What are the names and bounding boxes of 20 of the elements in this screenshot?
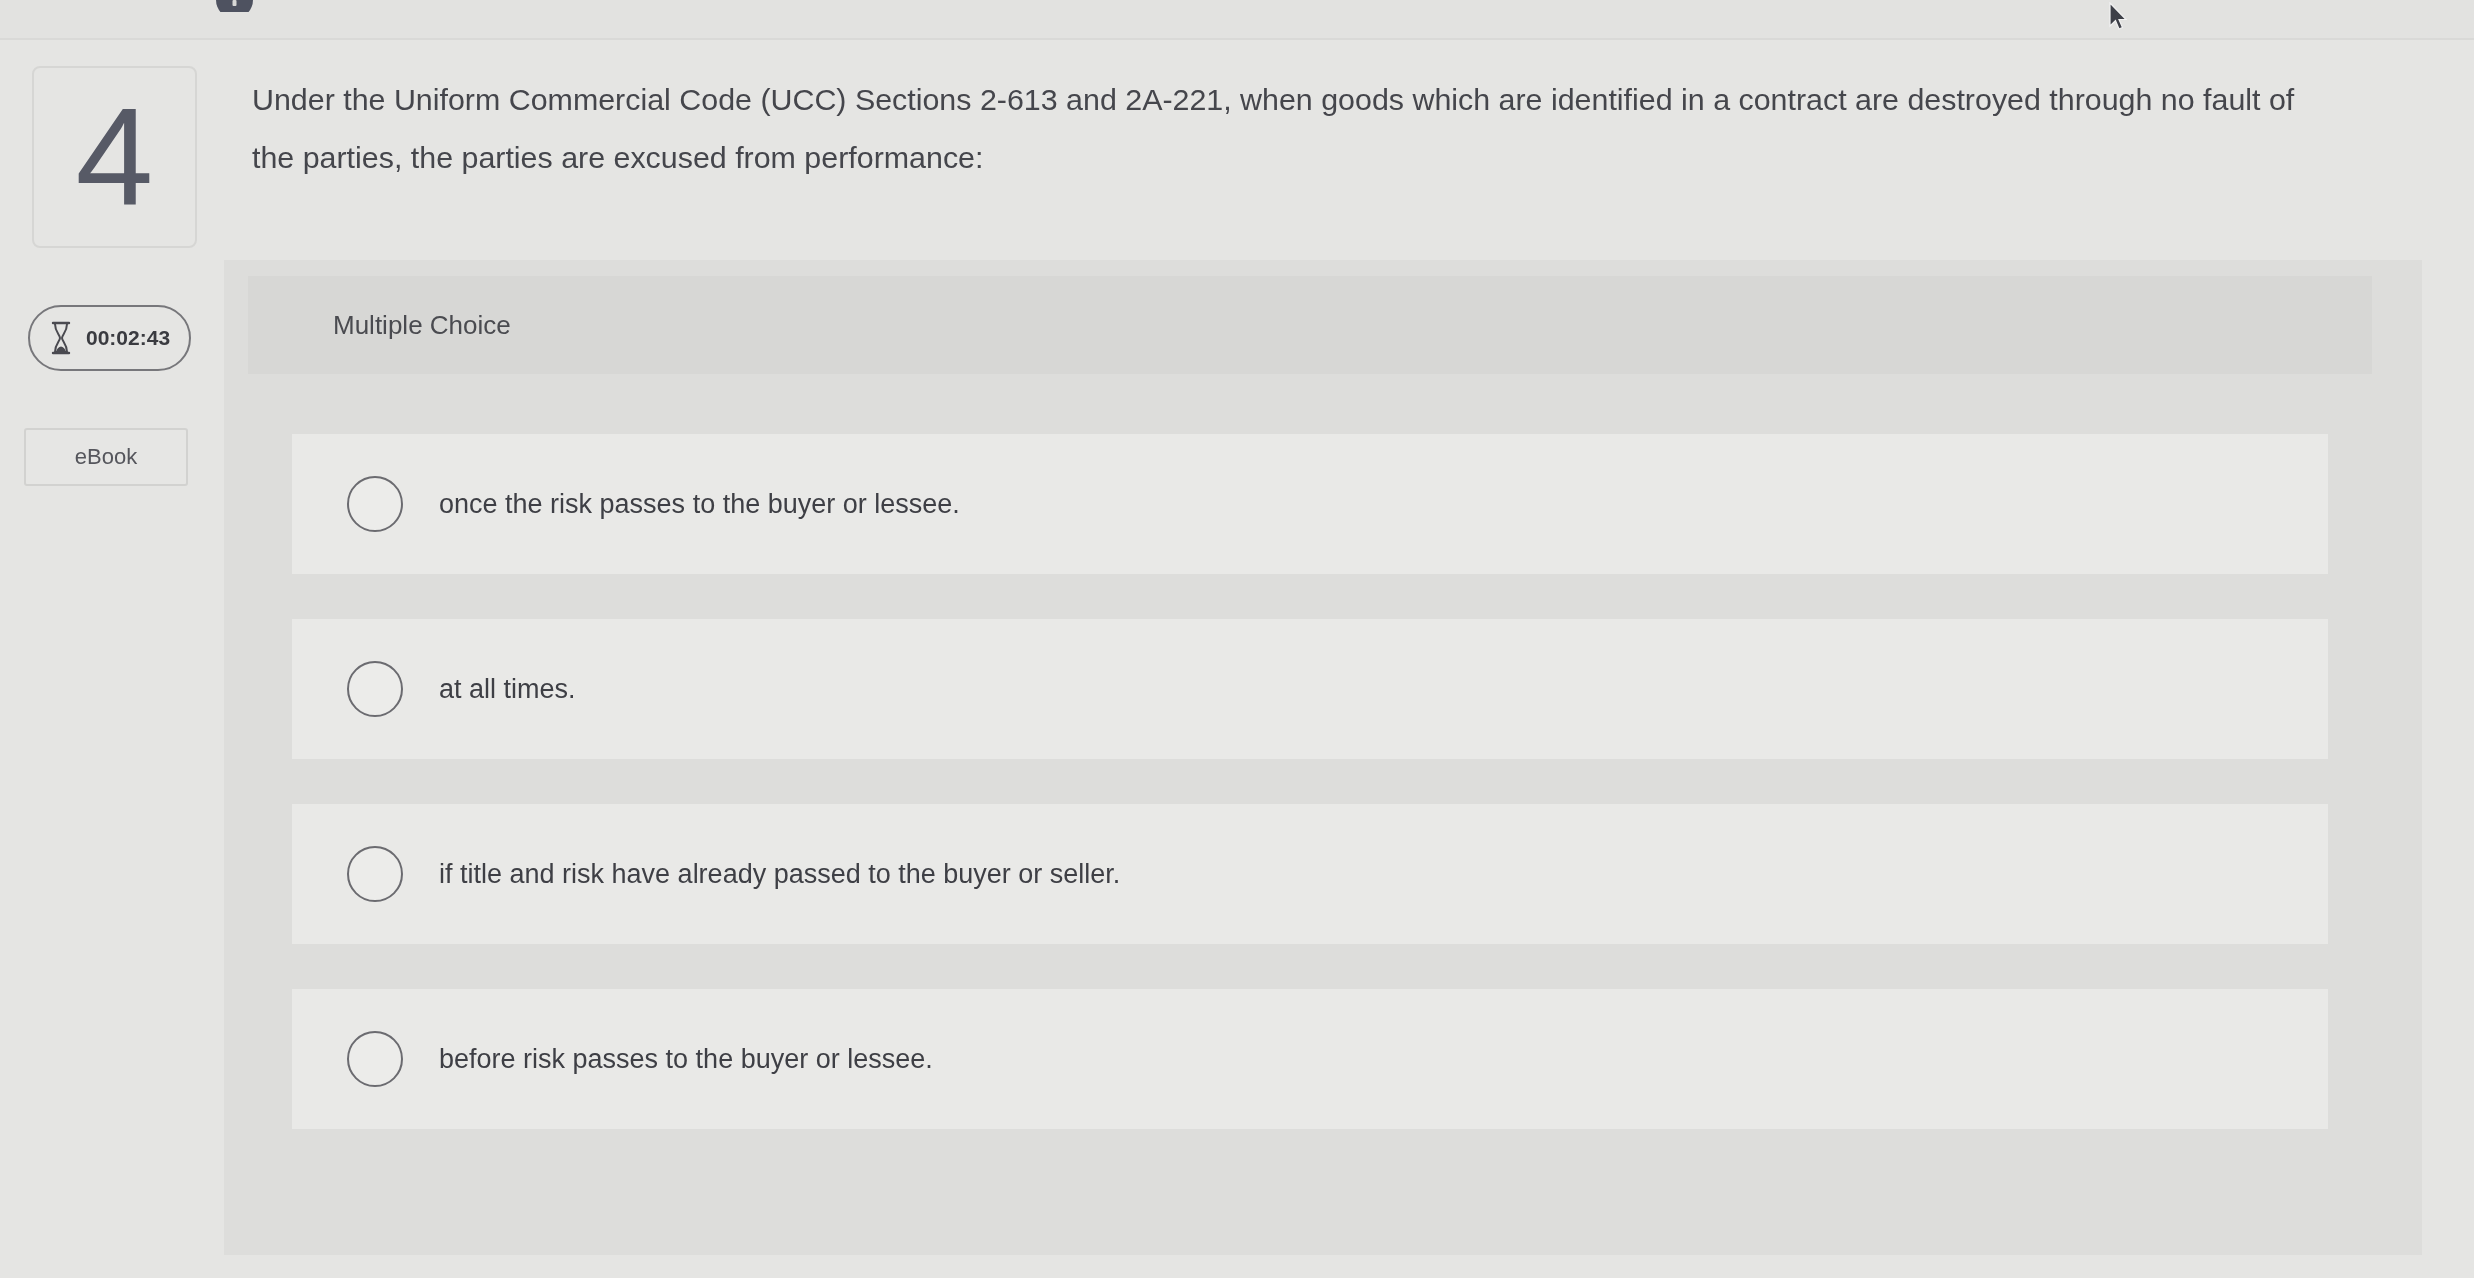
ebook-button[interactable]: eBook xyxy=(24,428,188,486)
radio-button[interactable] xyxy=(347,1031,403,1087)
option-text: if title and risk have already passed to the buyer or seller. xyxy=(439,858,1121,890)
radio-button[interactable] xyxy=(347,661,403,717)
option-text: once the risk passes to the buyer or lessee. xyxy=(439,488,960,520)
info-icon[interactable] xyxy=(216,0,253,12)
answer-option[interactable]: if title and risk have already passed to the buyer or seller. xyxy=(292,804,2328,944)
hourglass-icon xyxy=(50,321,72,355)
radio-button[interactable] xyxy=(347,846,403,902)
answer-option[interactable]: at all times. xyxy=(292,619,2328,759)
question-number: 4 xyxy=(32,66,197,248)
answer-option[interactable]: before risk passes to the buyer or lessee. xyxy=(292,989,2328,1129)
timer-text: 00:02:43 xyxy=(86,326,171,350)
question-text: Under the Uniform Commercial Code (UCC) Sections 2-613 and 2A-221, when goods which are identified in a contract are destroyed through no fault of the parties, the parties are excused from performance: xyxy=(252,81,2296,176)
option-text: at all times. xyxy=(439,673,576,705)
answer-option[interactable]: once the risk passes to the buyer or lessee. xyxy=(292,434,2328,574)
pointer-cursor-icon xyxy=(2108,2,2128,32)
radio-button[interactable] xyxy=(347,476,403,532)
question-type-label: Multiple Choice xyxy=(333,309,511,341)
option-text: before risk passes to the buyer or lessee. xyxy=(439,1043,933,1075)
